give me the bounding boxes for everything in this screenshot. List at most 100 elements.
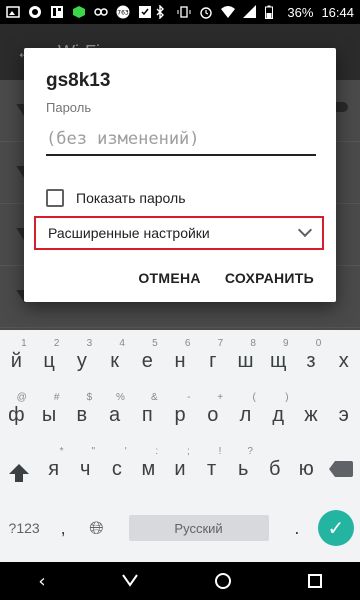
key-hint: : bbox=[155, 446, 159, 457]
cancel-button[interactable]: ОТМЕНА bbox=[138, 270, 200, 286]
key[interactable]: з0 bbox=[295, 336, 328, 386]
key-label: с bbox=[111, 457, 122, 480]
key[interactable]: н6 bbox=[164, 336, 197, 386]
key[interactable]: и; bbox=[164, 444, 196, 494]
key[interactable]: к4 bbox=[98, 336, 131, 386]
key-hint: ? bbox=[247, 446, 253, 457]
key[interactable]: ш8 bbox=[229, 336, 262, 386]
key[interactable]: п & bbox=[131, 390, 164, 440]
key[interactable]: э bbox=[327, 390, 360, 440]
key[interactable]: д) bbox=[262, 390, 295, 440]
key-hint: " bbox=[91, 446, 96, 457]
key-hint: 0 bbox=[315, 338, 322, 349]
key-label: к bbox=[110, 349, 119, 372]
key[interactable]: е5 bbox=[131, 336, 164, 386]
keyboard-row-2: ф @ ы # в $ а% п & р- о + л( д) ж э bbox=[0, 390, 360, 440]
key[interactable]: ю bbox=[291, 444, 323, 494]
key[interactable]: б bbox=[259, 444, 291, 494]
key[interactable]: м: bbox=[133, 444, 165, 494]
key[interactable]: й1 bbox=[0, 336, 33, 386]
key-label: ш bbox=[237, 349, 254, 372]
key-hint: 2 bbox=[53, 338, 60, 349]
key-hint: + bbox=[217, 392, 224, 403]
key-label: ц bbox=[43, 349, 55, 372]
key[interactable]: г7 bbox=[196, 336, 229, 386]
recents-button[interactable] bbox=[307, 574, 322, 588]
key-label: х bbox=[338, 349, 349, 372]
wifi-dialog: gs8k13 Пароль Показать пароль Расширенны… bbox=[24, 48, 336, 302]
key-label: ж bbox=[304, 403, 318, 426]
key-label: т bbox=[206, 457, 217, 480]
key-hint: ; bbox=[187, 446, 190, 457]
key-hint: * bbox=[59, 446, 64, 457]
key-label: й bbox=[10, 349, 22, 372]
key-hint: & bbox=[151, 392, 158, 403]
chevron-down-icon bbox=[122, 573, 139, 587]
period-key[interactable]: . bbox=[282, 498, 312, 558]
backspace-icon bbox=[329, 461, 354, 477]
password-label: Пароль bbox=[46, 100, 92, 115]
key[interactable]: а% bbox=[98, 390, 131, 440]
key-hint: 5 bbox=[152, 338, 158, 349]
key-label: р bbox=[174, 403, 186, 426]
key[interactable]: ц2 bbox=[33, 336, 66, 386]
show-password-checkbox[interactable] bbox=[46, 189, 64, 207]
svg-text:763: 763 bbox=[117, 10, 129, 17]
key[interactable]: о + bbox=[196, 390, 229, 440]
status-bar: 763 36% 16:44 bbox=[0, 0, 360, 24]
vibrate-icon bbox=[177, 5, 191, 19]
enter-key[interactable]: ✓ bbox=[312, 498, 360, 558]
hide-keyboard-button[interactable] bbox=[122, 572, 139, 591]
key[interactable]: у3 bbox=[65, 336, 98, 386]
key[interactable]: ж bbox=[295, 390, 328, 440]
key[interactable]: т! bbox=[196, 444, 228, 494]
network-name-title: gs8k13 bbox=[46, 70, 111, 91]
save-button[interactable]: СОХРАНИТЬ bbox=[225, 270, 314, 286]
comma-key[interactable]: , bbox=[48, 498, 78, 558]
key-hint: - bbox=[187, 392, 191, 403]
clock: 16:44 bbox=[321, 4, 354, 20]
key[interactable]: в $ bbox=[65, 390, 98, 440]
key-hint: ( bbox=[252, 392, 256, 403]
wifi-icon bbox=[221, 5, 236, 19]
key[interactable]: х bbox=[327, 336, 360, 386]
key[interactable]: ь? bbox=[227, 444, 259, 494]
password-input[interactable] bbox=[46, 124, 316, 156]
key-hint: @ bbox=[16, 392, 27, 403]
home-button[interactable] bbox=[214, 573, 231, 589]
key[interactable]: ы # bbox=[33, 390, 66, 440]
key[interactable]: р- bbox=[164, 390, 197, 440]
keyboard-row-1: й1 ц2 у3 к4 е5 н6 г7 ш8 щ9 з0 х bbox=[0, 336, 360, 386]
key-label: е bbox=[141, 349, 153, 372]
key[interactable]: я * bbox=[38, 444, 70, 494]
key[interactable]: с ' bbox=[101, 444, 133, 494]
key-label: б bbox=[268, 457, 281, 480]
key[interactable]: л( bbox=[229, 390, 262, 440]
key-label: о bbox=[207, 403, 219, 426]
shift-key[interactable] bbox=[0, 444, 38, 494]
key-label: з bbox=[306, 349, 316, 372]
key-hint: ) bbox=[285, 392, 289, 403]
symbols-key[interactable]: ?123 bbox=[0, 498, 48, 558]
battery-percent: 36% bbox=[287, 4, 314, 20]
key[interactable]: щ9 bbox=[262, 336, 295, 386]
space-bar: Русский bbox=[128, 515, 269, 541]
language-key[interactable]: 🌐︎ bbox=[78, 498, 115, 558]
keyboard-back-button[interactable]: ‹ bbox=[38, 571, 45, 592]
key-hint: $ bbox=[86, 392, 93, 403]
key[interactable]: ч " bbox=[69, 444, 101, 494]
dialog-actions: ОТМЕНА СОХРАНИТЬ bbox=[138, 270, 314, 286]
key-hint: 7 bbox=[217, 338, 224, 349]
check-icon: ✓ bbox=[317, 510, 354, 546]
key-label: ч bbox=[80, 457, 91, 480]
bluetooth-icon bbox=[155, 4, 169, 20]
advanced-settings-dropdown[interactable]: Расширенные настройки bbox=[34, 216, 324, 250]
key-hint: 1 bbox=[21, 338, 27, 349]
space-key[interactable]: Русский bbox=[115, 498, 282, 558]
key-label: л bbox=[239, 403, 252, 426]
key-hint: # bbox=[53, 392, 60, 403]
key[interactable]: ф @ bbox=[0, 390, 33, 440]
cube-icon bbox=[72, 5, 86, 19]
show-password-row[interactable]: Показать пароль bbox=[46, 189, 186, 207]
backspace-key[interactable] bbox=[322, 444, 360, 494]
